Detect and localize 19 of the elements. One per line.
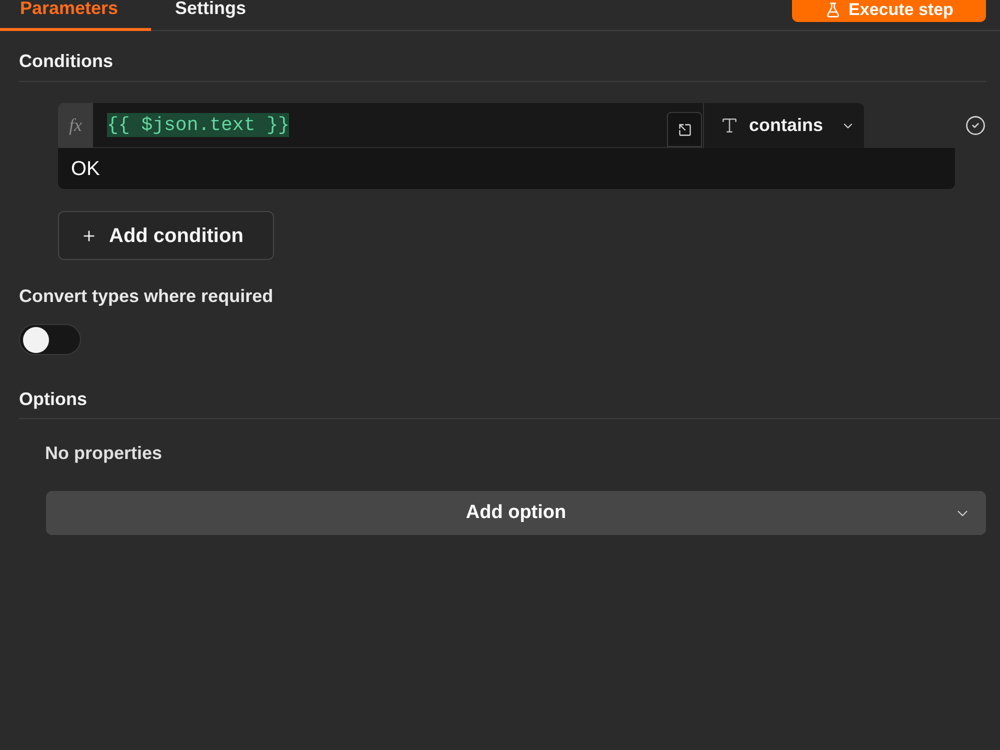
plus-icon <box>81 228 97 244</box>
value-field[interactable]: OK <box>58 148 955 189</box>
letter-t-icon <box>720 116 739 135</box>
toggle-switch[interactable] <box>19 324 81 355</box>
add-condition-button[interactable]: Add condition <box>58 211 274 260</box>
field-label: Convert types where required <box>19 286 274 306</box>
operator-dropdown[interactable]: contains <box>703 103 864 148</box>
tab[interactable]: Settings <box>151 0 270 31</box>
expression-field[interactable]: {{ $json.text }} <box>93 103 703 148</box>
expression-badge: fx <box>58 103 93 148</box>
check-circle-icon <box>965 115 986 136</box>
tab[interactable]: Parameters <box>0 0 151 31</box>
section-title: Conditions <box>19 51 113 71</box>
add-option-dropdown[interactable]: Add option <box>46 491 986 535</box>
section-title: Options <box>19 389 87 409</box>
arrow-out-square-icon <box>678 122 692 136</box>
empty-text: No properties <box>45 443 162 463</box>
open-editor-button[interactable] <box>667 112 702 147</box>
flask-icon <box>824 2 841 18</box>
